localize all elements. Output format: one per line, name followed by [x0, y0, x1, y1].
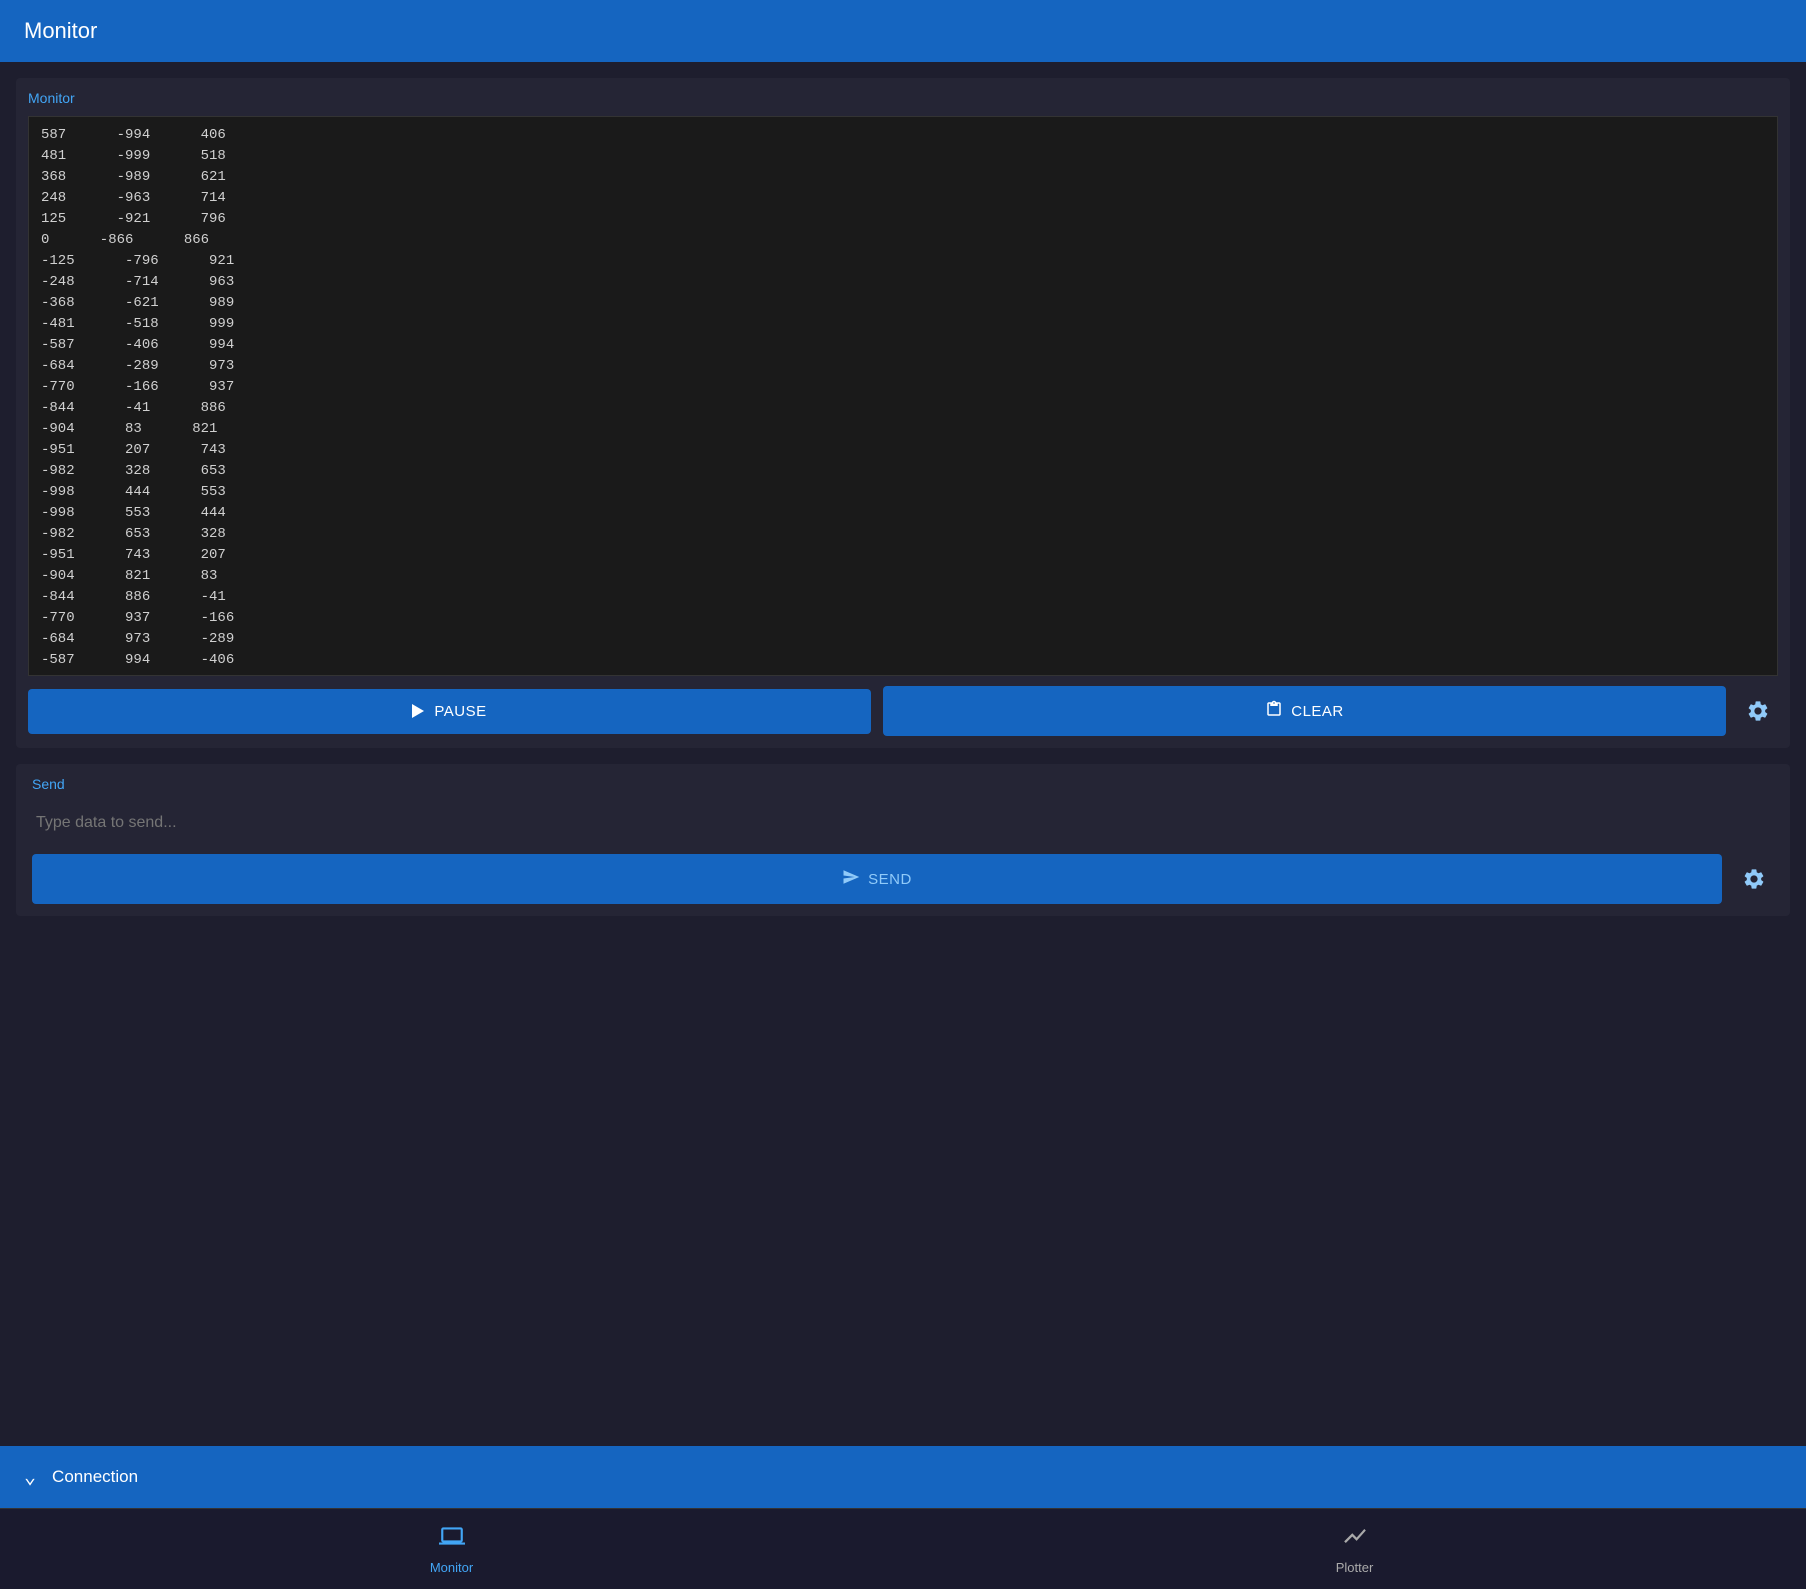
send-panel: Send SEND	[16, 764, 1790, 916]
monitor-output[interactable]: 587 -994 406 481 -999 518 368 -989 621 2…	[28, 116, 1778, 676]
connection-bar[interactable]: ⌄ Connection	[0, 1446, 1806, 1508]
monitor-nav-icon	[439, 1523, 465, 1556]
nav-item-monitor[interactable]: Monitor	[0, 1509, 903, 1589]
gear-icon	[1746, 699, 1770, 723]
app-header: Monitor	[0, 0, 1806, 62]
chevron-down-icon: ⌄	[24, 1464, 36, 1490]
monitor-panel-label: Monitor	[28, 90, 1778, 106]
main-content: Monitor 587 -994 406 481 -999 518 368 -9…	[0, 62, 1806, 1446]
plotter-nav-icon	[1342, 1523, 1368, 1556]
send-panel-label: Send	[32, 776, 1774, 792]
clear-button[interactable]: CLEAR	[883, 686, 1726, 736]
app-title: Monitor	[24, 18, 97, 43]
pause-button[interactable]: PAUSE	[28, 689, 871, 734]
nav-label-plotter: Plotter	[1336, 1560, 1374, 1575]
monitor-controls: PAUSE CLEAR	[28, 686, 1778, 736]
send-button[interactable]: SEND	[32, 854, 1722, 904]
send-settings-button[interactable]	[1734, 859, 1774, 899]
send-label: SEND	[868, 871, 912, 888]
pause-icon	[412, 704, 424, 718]
send-controls: SEND	[32, 854, 1774, 904]
gear-icon	[1742, 867, 1766, 891]
send-icon	[842, 868, 860, 890]
nav-item-plotter[interactable]: Plotter	[903, 1509, 1806, 1589]
send-input[interactable]	[32, 804, 1774, 842]
monitor-panel: Monitor 587 -994 406 481 -999 518 368 -9…	[16, 78, 1790, 748]
connection-label: Connection	[52, 1467, 138, 1487]
clear-label: CLEAR	[1291, 703, 1344, 720]
nav-label-monitor: Monitor	[430, 1560, 473, 1575]
pause-label: PAUSE	[434, 703, 486, 720]
clipboard-icon	[1265, 700, 1283, 722]
bottom-nav: Monitor Plotter	[0, 1508, 1806, 1589]
monitor-settings-button[interactable]	[1738, 691, 1778, 731]
